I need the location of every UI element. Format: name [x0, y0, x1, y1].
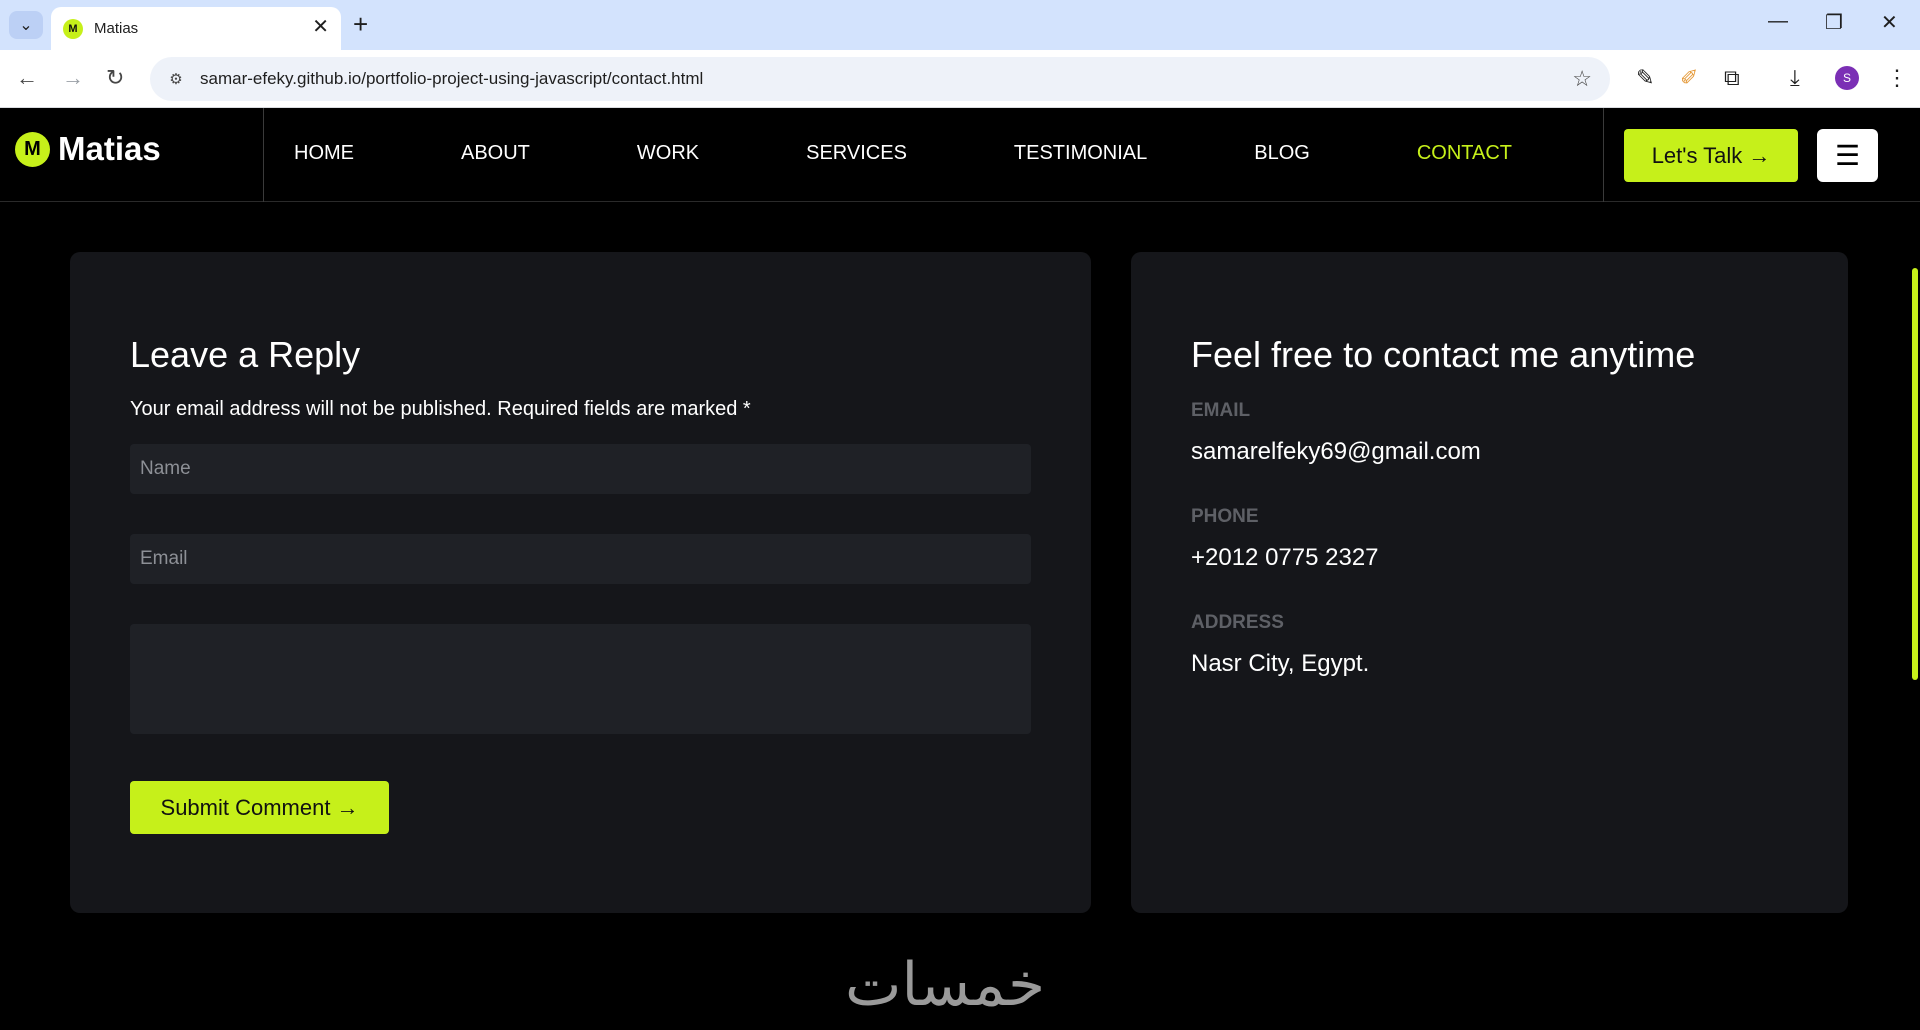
lets-talk-button[interactable]: Let's Talk → — [1624, 129, 1798, 182]
site-header: M Matias HOME ABOUT WORK SERVICES TESTIM… — [0, 108, 1920, 202]
tab-title: Matias — [94, 20, 139, 37]
nav-blog[interactable]: BLOG — [1254, 142, 1310, 165]
nav-about[interactable]: ABOUT — [461, 142, 530, 165]
back-icon[interactable]: ← — [16, 64, 38, 92]
reply-form-card: Leave a Reply Your email address will no… — [70, 252, 1091, 913]
logo-text: Matias — [58, 130, 161, 167]
header-divider — [263, 108, 264, 202]
email-input[interactable] — [130, 534, 1031, 584]
email-label: EMAIL — [1191, 400, 1251, 421]
nav-work[interactable]: WORK — [637, 142, 699, 165]
logo[interactable]: M Matias — [15, 130, 161, 168]
favicon-icon: M — [63, 18, 83, 39]
reply-note: Your email address will not be published… — [130, 398, 751, 420]
contact-info-card: Feel free to contact me anytime EMAIL sa… — [1131, 252, 1848, 913]
hamburger-icon: ☰ — [1834, 140, 1861, 171]
browser-tab[interactable]: M Matias ✕ — [51, 7, 341, 50]
new-tab-icon[interactable]: + — [353, 10, 368, 38]
reply-title: Leave a Reply — [130, 334, 361, 375]
reload-icon[interactable]: ↻ — [106, 64, 124, 92]
address-label: ADDRESS — [1191, 612, 1284, 633]
download-icon[interactable]: ⤓ — [1790, 66, 1800, 90]
page-scrollbar[interactable] — [1912, 268, 1918, 680]
tab-search-button[interactable]: ⌄ — [9, 11, 43, 39]
contact-title: Feel free to contact me anytime — [1191, 334, 1696, 375]
site-info-icon[interactable]: ⚙ — [166, 69, 186, 89]
name-input[interactable] — [130, 444, 1031, 494]
logo-icon: M — [15, 131, 50, 167]
comment-textarea[interactable] — [130, 624, 1031, 734]
color-pick-icon[interactable]: ✐ — [1680, 66, 1698, 90]
phone-label: PHONE — [1191, 506, 1259, 527]
browser-toolbar: ← → ↻ ⚙ samar-efeky.github.io/portfolio-… — [0, 50, 1920, 108]
url-text[interactable]: samar-efeky.github.io/portfolio-project-… — [200, 69, 703, 89]
chevron-down-icon: ⌄ — [19, 17, 33, 34]
address-value: Nasr City, Egypt. — [1191, 650, 1370, 677]
main-nav: HOME ABOUT WORK SERVICES TESTIMONIAL BLO… — [294, 142, 1619, 165]
menu-button[interactable]: ☰ — [1817, 129, 1878, 182]
watermark-logo: خمسات — [845, 950, 1046, 1020]
header-divider — [1603, 108, 1604, 202]
arrow-right-icon: → — [1748, 142, 1771, 168]
more-options-icon[interactable]: ⋮ — [1886, 66, 1908, 90]
nav-services[interactable]: SERVICES — [806, 142, 907, 165]
nav-contact[interactable]: CONTACT — [1417, 142, 1512, 165]
nav-testimonial[interactable]: TESTIMONIAL — [1014, 142, 1147, 165]
extensions-icon[interactable]: ⧉ — [1724, 66, 1740, 90]
arrow-right-icon: → — [336, 794, 359, 820]
address-bar[interactable]: ⚙ samar-efeky.github.io/portfolio-projec… — [150, 57, 1610, 101]
submit-comment-button[interactable]: Submit Comment → — [130, 781, 389, 834]
close-tab-icon[interactable]: ✕ — [312, 17, 329, 37]
email-value[interactable]: samarelfeky69@gmail.com — [1191, 438, 1481, 466]
bookmark-star-icon[interactable]: ☆ — [1572, 66, 1592, 92]
browser-tab-bar: ⌄ M Matias ✕ + — ❐ ✕ — [0, 0, 1920, 50]
window-close-icon[interactable]: ✕ — [1881, 10, 1898, 35]
submit-comment-label: Submit Comment — [160, 794, 331, 820]
forward-icon[interactable]: → — [62, 64, 84, 92]
restore-icon[interactable]: ❐ — [1825, 10, 1843, 35]
eyedropper-icon[interactable]: ✎ — [1636, 66, 1654, 90]
phone-value[interactable]: +2012 0775 2327 — [1191, 544, 1379, 572]
profile-avatar[interactable]: S — [1835, 66, 1859, 90]
lets-talk-label: Let's Talk — [1651, 142, 1743, 168]
minimize-icon[interactable]: — — [1768, 10, 1788, 33]
nav-home[interactable]: HOME — [294, 142, 354, 165]
